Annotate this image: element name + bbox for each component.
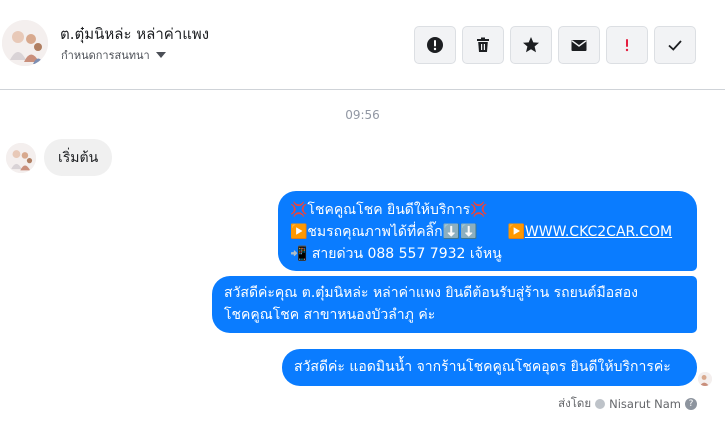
sent-by-prefix: ส่งโดย: [558, 396, 592, 410]
message-line: 💢โชคคูณโชค ยินดีให้บริการ💢: [290, 202, 488, 218]
caret-down-icon: [155, 52, 166, 58]
delete-button[interactable]: [462, 26, 504, 64]
trash-icon: [477, 37, 489, 52]
outgoing-message: 💢โชคคูณโชค ยินดีให้บริการ💢 ▶️ชมรถคุณภาพไ…: [278, 191, 697, 271]
incoming-message: เริ่มต้น: [44, 139, 113, 176]
help-icon[interactable]: ?: [685, 398, 697, 410]
star-button[interactable]: [510, 26, 552, 64]
contact-avatar[interactable]: [2, 20, 48, 66]
seen-avatar: [698, 372, 712, 386]
checkmark-icon: [668, 40, 682, 51]
message-text: ▶️: [507, 224, 525, 240]
report-button[interactable]: [414, 26, 456, 64]
message-line: โชคคูณโชค สาขาหนองบัวลำภู ค่ะ: [224, 307, 436, 323]
star-icon: [523, 37, 539, 53]
message-timestamp: 09:56: [345, 108, 380, 122]
flag-button[interactable]: [606, 26, 648, 64]
message-text: ▶️ชมรถคุณภาพได้ที่คลิ๊ก⬇️⬇️: [290, 224, 478, 240]
envelope-icon: [571, 40, 587, 51]
done-button[interactable]: [654, 26, 696, 64]
contact-name: ต.ตุ๋มนิหล่ะ หล่าค่าแพง: [60, 25, 210, 43]
message-line: สวัสดีค่ะ แอดมินน้ำ จากร้านโชคคูณโชคอุดร…: [294, 359, 671, 375]
manage-conversation-dropdown[interactable]: กำหนดการสนทนา: [61, 46, 166, 64]
conversation-header: ต.ตุ๋มนิหล่ะ หล่าค่าแพง กำหนดการสนทนา: [0, 0, 725, 90]
contact-avatar-small: [6, 143, 36, 173]
message-line: สวัสดีค่ะคุณ ต.ตุ๋มนิหล่ะ หล่าค่าแพง ยิน…: [224, 285, 638, 301]
outgoing-message: สวัสดีค่ะ แอดมินน้ำ จากร้านโชคคูณโชคอุดร…: [282, 349, 697, 386]
message-line: ▶️ชมรถคุณภาพได้ที่คลิ๊ก⬇️⬇️ ▶️ WWW.CKC2C…: [290, 221, 685, 243]
page-badge-icon: [595, 399, 606, 409]
mark-unread-button[interactable]: [558, 26, 600, 64]
sent-by-info: ส่งโดย Nisarut Nam ?: [558, 395, 697, 413]
conversation-actions: [414, 26, 696, 64]
website-link[interactable]: WWW.CKC2CAR.COM: [525, 221, 672, 243]
message-line: 📲 สายด่วน 088 557 7932 เจ้หนู: [290, 246, 502, 262]
sender-name: Nisarut Nam: [609, 397, 681, 411]
manage-conversation-label: กำหนดการสนทนา: [61, 49, 150, 62]
exclamation-circle-icon: [427, 37, 443, 53]
outgoing-message: สวัสดีค่ะคุณ ต.ตุ๋มนิหล่ะ หล่าค่าแพง ยิน…: [212, 276, 697, 333]
red-exclamation-icon: [625, 39, 629, 52]
